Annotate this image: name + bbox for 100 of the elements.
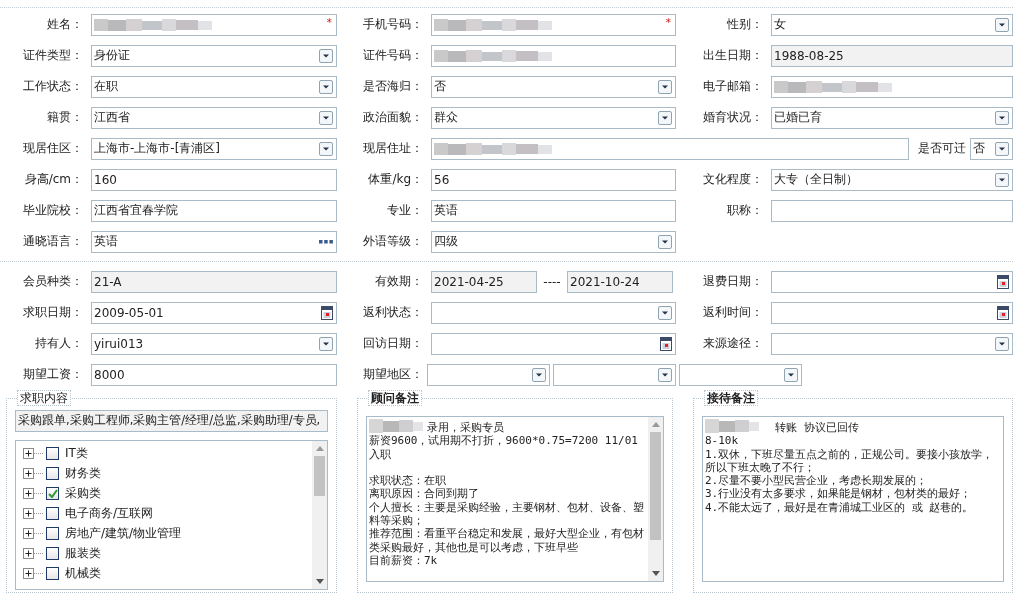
dropdown[interactable]: 群众: [431, 106, 676, 129]
expand-icon[interactable]: [23, 547, 43, 559]
date-field[interactable]: [431, 332, 676, 355]
note-text: 推荐范围：看重平台稳定和发展，最好大型企业，有包材类采购最好，其他也是可以考虑，下班早些: [369, 527, 644, 554]
text-field[interactable]: *: [91, 13, 337, 36]
field-label: 返利状态：: [363, 305, 423, 319]
group-title: 顾问备注: [368, 390, 422, 406]
text-field[interactable]: 21-A: [91, 270, 337, 293]
dropdown[interactable]: 身份证: [91, 44, 337, 67]
checkbox[interactable]: [46, 526, 59, 540]
caret-icon: [319, 141, 333, 156]
caret-icon: [658, 234, 672, 249]
scrollbar-thumb[interactable]: [650, 432, 661, 540]
text-field[interactable]: 160: [91, 168, 337, 191]
dropdown[interactable]: [427, 363, 550, 386]
calendar-icon: [997, 274, 1009, 289]
field-label: 会员种类：: [23, 274, 83, 288]
dropdown[interactable]: 否: [970, 137, 1013, 160]
text-field[interactable]: 2021-10-24: [567, 270, 673, 293]
field-label: 体重/kg：: [368, 172, 423, 186]
text-field[interactable]: [771, 75, 1013, 98]
tree-item[interactable]: 服装类: [65, 544, 101, 562]
dropdown[interactable]: 在职: [91, 75, 337, 98]
dropdown[interactable]: 四级: [431, 230, 676, 253]
dropdown[interactable]: [679, 363, 802, 386]
note-text: 1.双休，下班尽量五点之前的，正规公司。要接小孩放学，所以下班太晚了不行；: [705, 447, 994, 474]
text-field[interactable]: 英语: [431, 199, 676, 222]
checkbox[interactable]: [46, 506, 59, 520]
text-field[interactable]: 采购跟单,采购工程师,采购主管/经理/总监,采购助理/专员,: [15, 410, 328, 432]
note-text: 3.行业没有太多要求，如果能是钢材，包材类的最好；: [705, 487, 972, 501]
checkbox[interactable]: [46, 446, 59, 460]
scroll-up-icon[interactable]: [651, 422, 660, 427]
scroll-down-icon[interactable]: [315, 579, 324, 584]
dropdown[interactable]: 上海市-上海市-[青浦区]: [91, 137, 337, 160]
tree-item[interactable]: 采购类: [65, 484, 101, 502]
tree-item[interactable]: 机械类: [65, 564, 101, 582]
checkbox[interactable]: [46, 546, 59, 560]
note-text: 4.不能太远了，最好是在青浦城工业区的 或 赵巷的。: [705, 500, 974, 514]
field-label: 求职日期：: [23, 305, 83, 319]
dropdown[interactable]: 女: [771, 13, 1013, 36]
text-field[interactable]: 8000: [91, 363, 337, 386]
caret-icon: [319, 48, 333, 63]
expand-icon[interactable]: [23, 527, 43, 539]
dropdown[interactable]: 已婚已育: [771, 106, 1013, 129]
dropdown[interactable]: [771, 332, 1013, 355]
field-label: 文化程度：: [703, 172, 763, 186]
caret-icon: [319, 110, 333, 125]
calendar-icon: [997, 305, 1009, 320]
caret-icon: [532, 367, 546, 382]
scrollbar-thumb[interactable]: [314, 456, 325, 496]
dropdown[interactable]: 江西省: [91, 106, 337, 129]
expand-icon[interactable]: [23, 487, 43, 499]
expand-icon[interactable]: [23, 507, 43, 519]
tree-item[interactable]: 房地产/建筑/物业管理: [65, 524, 182, 542]
field-label: 现居住区：: [23, 141, 83, 155]
text-field[interactable]: [431, 44, 676, 67]
caret-icon: [658, 367, 672, 382]
text-field[interactable]: 2021-04-25: [431, 270, 537, 293]
expand-icon[interactable]: [23, 467, 43, 479]
note-text: 个人擅长：主要是采购经验，主要钢材、包材、设备、塑料等采购；: [369, 500, 644, 528]
note-text: 离职原因：合同到期了: [369, 487, 479, 501]
dropdown[interactable]: 大专（全日制）: [771, 168, 1013, 191]
scrollbar[interactable]: [648, 417, 663, 581]
lookup-field[interactable]: 英语: [91, 230, 337, 253]
checkbox[interactable]: [46, 486, 59, 500]
dropdown[interactable]: [553, 363, 676, 386]
checkbox[interactable]: [46, 566, 59, 580]
tree-item[interactable]: 财务类: [65, 464, 101, 482]
text-field[interactable]: 江西省宜春学院: [91, 199, 337, 222]
field-label: 是否可迁: [918, 141, 966, 155]
date-field[interactable]: [771, 270, 1013, 293]
date-field[interactable]: 2009-05-01: [91, 301, 337, 324]
dropdown[interactable]: 否: [431, 75, 676, 98]
text-field[interactable]: *: [431, 13, 676, 36]
field-label: 电子邮箱：: [703, 79, 763, 93]
group-title: 求职内容: [17, 390, 71, 406]
tree-item[interactable]: IT类: [65, 444, 88, 462]
field-label: 证件号码：: [363, 48, 423, 62]
scroll-down-icon[interactable]: [651, 571, 660, 576]
dropdown[interactable]: yirui013: [91, 332, 337, 355]
note-text: 求职状态：在职: [369, 474, 446, 488]
notes-area[interactable]: 转账 协议已回传 8-10k 1.双休，下班尽量五点之前的，正规公司。要接小孩放学，所以下班太晚了不行； 2.尽量不要小型民营企业，考虑长期发展的； 3.行业没有太多要求，如果能是钢材，包材类的最好； 4.不能太远了，最好是在青浦城工业区的 或 赵巷的。: [702, 416, 1004, 582]
caret-icon: [995, 141, 1009, 156]
expand-icon[interactable]: [23, 567, 43, 579]
text-field[interactable]: [771, 199, 1013, 222]
text-field[interactable]: 56: [431, 168, 676, 191]
date-field[interactable]: [771, 301, 1013, 324]
dropdown[interactable]: [431, 301, 676, 324]
text-field[interactable]: [431, 137, 909, 160]
text-field[interactable]: 1988-08-25: [771, 44, 1013, 67]
field-label: 毕业院校：: [23, 203, 83, 217]
field-label: 姓名：: [47, 17, 83, 31]
scrollbar[interactable]: [312, 441, 327, 589]
checkbox[interactable]: [46, 466, 59, 480]
scroll-up-icon[interactable]: [315, 446, 324, 451]
notes-area[interactable]: 录用，采购专员 薪资9600，试用期不打折，9600*0.75=7200 11/01入职 求职状态：在职 离职原因：合同到期了 个人擅长：主要是采购经验，主要钢材、包材、设备、塑料等采购； 推荐范围：看重平台稳定和发展，最好大型企业，有包材类采购最好，其他也是可以考虑，下班早些 目前薪资：7k: [366, 416, 664, 582]
expand-icon[interactable]: [23, 447, 43, 459]
field-label: 期望地区：: [363, 367, 423, 381]
field-label: 来源途径：: [703, 336, 763, 350]
tree-item[interactable]: 电子商务/互联网: [65, 504, 154, 522]
